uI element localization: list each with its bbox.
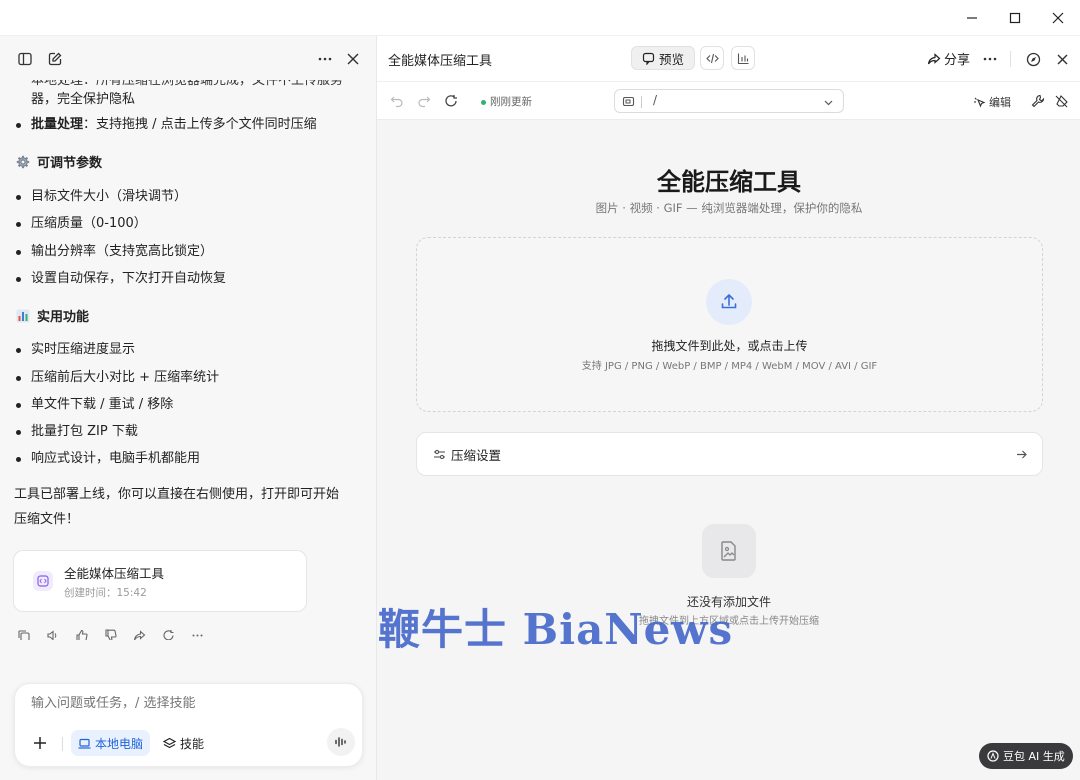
close-preview-icon[interactable] <box>1051 48 1073 70</box>
maximize-button[interactable] <box>998 6 1032 30</box>
drop-instruction: 拖拽文件到此处，或点击上传 <box>651 339 808 353</box>
list-item: 批量打包 ZIP 下载 <box>31 424 138 439</box>
chat-toolbar <box>0 36 376 80</box>
chat-messages: 本地处理：所有压缩在浏览器端完成，文件不上传服务 器，完全保护隐私 批量处理：支… <box>0 80 376 640</box>
thumbs-down-icon[interactable] <box>101 626 119 640</box>
list-item: 响应式设计，电脑手机都能用 <box>31 451 201 466</box>
wrench-icon[interactable] <box>1029 92 1047 110</box>
edit-button[interactable]: 编辑 <box>973 94 1011 110</box>
status-indicator <box>481 100 486 105</box>
upload-icon <box>706 279 752 325</box>
artifact-card[interactable]: 全能媒体压缩工具 创建时间：15:42 <box>13 550 307 612</box>
ai-logo-icon <box>987 750 999 762</box>
sliders-icon <box>431 446 447 462</box>
layers-icon <box>163 737 176 748</box>
app-title: 全能压缩工具 <box>657 168 801 196</box>
stats-view-button[interactable] <box>731 46 755 70</box>
share-arrow-icon <box>927 52 941 64</box>
message-line: 器，完全保护隐私 <box>31 92 136 107</box>
code-icon <box>705 53 719 63</box>
closing-line: 压缩文件！ <box>14 512 80 527</box>
gear-icon <box>15 154 31 170</box>
chat-panel: 本地处理：所有压缩在浏览器端完成，文件不上传服务 器，完全保护隐私 批量处理：支… <box>0 36 376 780</box>
preview-button[interactable]: 预览 <box>631 46 696 70</box>
section-heading-params: 可调节参数 <box>15 152 102 171</box>
address-bar: 刚刚更新 / 编辑 <box>377 82 1080 120</box>
list-item: 目标文件大小（滑块调节） <box>31 189 188 204</box>
laptop-icon <box>78 738 91 749</box>
url-path: / <box>653 93 658 107</box>
list-item: 压缩质量（0-100） <box>31 216 147 231</box>
magic-cursor-icon <box>974 97 986 107</box>
settings-label: 压缩设置 <box>451 448 502 463</box>
list-item: 设置自动保存，下次打开自动恢复 <box>31 271 227 286</box>
local-computer-button[interactable]: 本地电脑 <box>71 730 151 756</box>
close-panel-icon[interactable] <box>342 48 364 70</box>
redo-icon[interactable] <box>415 92 433 110</box>
compass-icon[interactable] <box>1022 48 1044 70</box>
preview-title: 全能媒体压缩工具 <box>388 54 493 69</box>
minimize-button[interactable] <box>955 6 989 30</box>
update-status: 刚刚更新 <box>490 96 532 108</box>
sidebar-toggle-icon[interactable] <box>14 48 36 70</box>
code-view-button[interactable] <box>700 46 724 70</box>
file-drop-zone[interactable]: 拖拽文件到此处，或点击上传 支持 JPG / PNG / WebP / BMP … <box>416 237 1043 412</box>
batch-line: 批量处理：支持拖拽 / 点击上传多个文件同时压缩 <box>31 117 317 132</box>
composer: 本地电脑 技能 <box>14 683 363 767</box>
supported-formats: 支持 JPG / PNG / WebP / BMP / MP4 / WebM /… <box>581 361 878 372</box>
waveform-icon <box>335 737 346 747</box>
code-file-icon <box>33 571 53 591</box>
arrow-right-icon <box>1013 446 1029 462</box>
image-file-icon <box>702 524 756 578</box>
bar-chart-icon <box>15 308 31 324</box>
list-item: 压缩前后大小对比 + 压缩率统计 <box>31 370 220 385</box>
card-title: 全能媒体压缩工具 <box>64 566 165 581</box>
chevron-down-icon <box>821 95 835 109</box>
undo-icon[interactable] <box>388 92 406 110</box>
list-item: 输出分辨率（支持宽高比锁定） <box>31 244 214 259</box>
chart-icon <box>737 53 748 64</box>
ai-generated-badge: 豆包 AI 生成 <box>979 743 1073 769</box>
minimize-icon <box>967 17 977 19</box>
skills-button[interactable]: 技能 <box>157 730 210 756</box>
close-window-button[interactable] <box>1041 6 1075 30</box>
preview-header: 全能媒体压缩工具 预览 分享 <box>377 36 1080 82</box>
plus-icon <box>34 737 46 749</box>
copy-icon[interactable] <box>14 626 32 640</box>
new-chat-icon[interactable] <box>44 48 66 70</box>
add-attachment-button[interactable] <box>29 732 51 754</box>
section-heading-features: 实用功能 <box>15 306 89 325</box>
list-item: 单文件下载 / 重试 / 移除 <box>31 397 174 412</box>
clear-format-icon[interactable] <box>1053 92 1071 110</box>
closing-line: 工具已部署上线，你可以直接在右侧使用，打开即可开始 <box>14 487 340 502</box>
app-subtitle: 图片 · 视频 · GIF — 纯浏览器端处理，保护你的隐私 <box>595 201 863 215</box>
chat-input[interactable] <box>31 696 331 711</box>
card-subtitle: 创建时间：15:42 <box>64 587 147 599</box>
app-canvas: 全能压缩工具 图片 · 视频 · GIF — 纯浏览器端处理，保护你的隐私 拖拽… <box>377 120 1080 780</box>
more-icon[interactable] <box>979 48 1001 70</box>
refresh-icon[interactable] <box>442 92 460 110</box>
close-icon <box>1052 12 1064 24</box>
share-button[interactable]: 分享 <box>927 49 970 68</box>
read-aloud-icon[interactable] <box>43 626 61 640</box>
regenerate-icon[interactable] <box>159 626 177 640</box>
voice-input-button[interactable] <box>327 728 355 756</box>
maximize-icon <box>1009 12 1021 24</box>
more-actions-icon[interactable] <box>188 626 206 640</box>
preview-panel: 全能媒体压缩工具 预览 分享 刚刚更新 / 编辑 全能压缩工具 图片 · 视频 … <box>376 36 1080 780</box>
share-icon[interactable] <box>130 626 148 640</box>
compression-settings-toggle[interactable]: 压缩设置 <box>416 432 1043 476</box>
page-icon <box>621 94 635 108</box>
list-item: 实时压缩进度显示 <box>31 342 136 357</box>
url-selector[interactable]: / <box>614 89 844 113</box>
watermark: 鞭牛士 BiaNews <box>378 605 734 654</box>
chat-bubble-icon <box>642 52 655 65</box>
thumbs-up-icon[interactable] <box>72 626 90 640</box>
window-titlebar <box>0 0 1080 36</box>
more-icon[interactable] <box>314 48 336 70</box>
